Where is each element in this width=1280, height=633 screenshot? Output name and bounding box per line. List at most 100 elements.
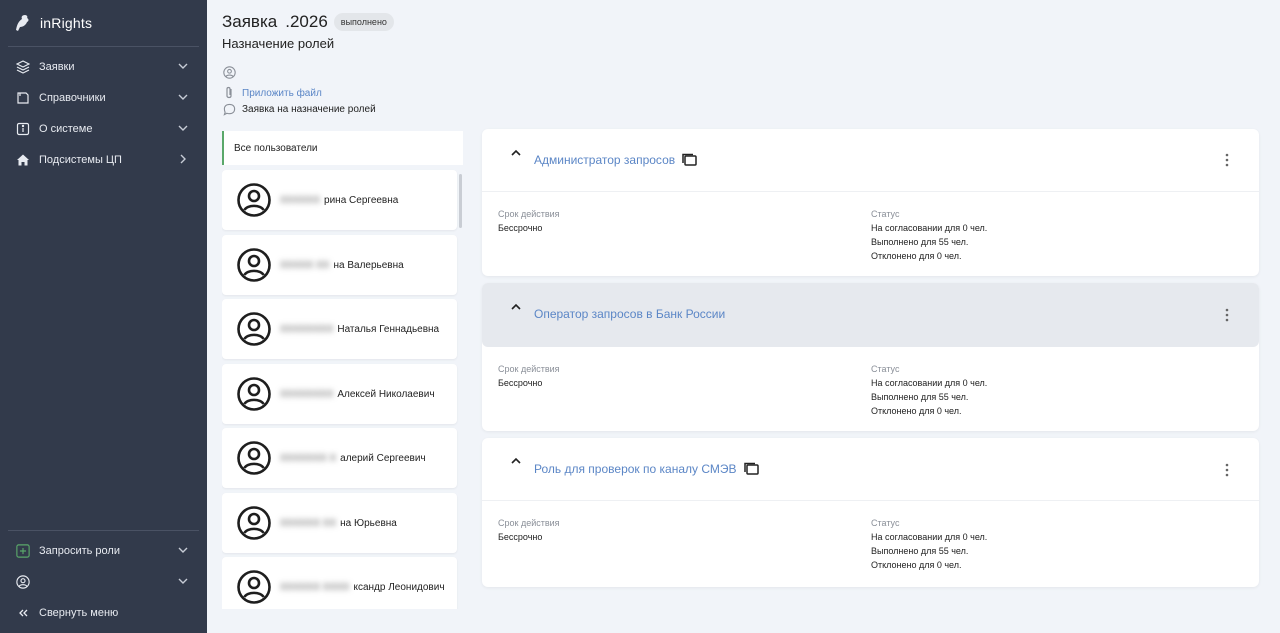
- more-vertical-icon[interactable]: [1225, 153, 1229, 167]
- sidebar-item-label: Заявки: [39, 61, 75, 73]
- tab-all-users[interactable]: Все пользователи: [222, 131, 463, 165]
- collapse-menu-label: Свернуть меню: [39, 607, 119, 619]
- chevron-down-icon: [178, 547, 188, 553]
- chevron-down-icon: [178, 94, 188, 100]
- list-item[interactable]: ХХХХХХХХ Алексей Николаевич: [222, 364, 457, 424]
- avatar-icon: [237, 248, 271, 282]
- chevron-down-icon: [178, 125, 188, 131]
- status-label: Статус: [871, 364, 900, 374]
- title-suffix: .2026: [285, 12, 328, 31]
- term-label: Срок действия: [498, 209, 560, 219]
- role-title[interactable]: Администратор запросов: [534, 152, 697, 168]
- title-prefix: Заявка: [222, 12, 278, 31]
- status-pending: На согласовании для 0 чел.: [871, 223, 988, 233]
- avatar-icon: [237, 377, 271, 411]
- status-rejected: Отклонено для 0 чел.: [871, 560, 962, 570]
- status-done: Выполнено для 55 чел.: [871, 546, 969, 556]
- sidebar-item-directories[interactable]: Справочники: [0, 83, 207, 113]
- avatar-icon: [237, 183, 271, 217]
- status-done: Выполнено для 55 чел.: [871, 392, 969, 402]
- status-pending: На согласовании для 0 чел.: [871, 378, 988, 388]
- status-pending: На согласовании для 0 чел.: [871, 532, 988, 542]
- user-surname: ХХХХХХХХ: [280, 323, 334, 335]
- comment-icon: [222, 102, 236, 116]
- sidebar-item-label: О системе: [39, 123, 93, 135]
- bird-logo-icon: [16, 15, 29, 31]
- users-list[interactable]: Все пользователи ХХХХХХ рина Сергеевна Х…: [222, 131, 463, 609]
- chevron-right-icon: [180, 154, 186, 164]
- list-item[interactable]: ХХХХХХХ Х алерий Сергеевич: [222, 428, 457, 488]
- user-surname: ХХХХХ ХХ: [280, 259, 330, 271]
- sidebar: inRights Заявки Справочники О системе По…: [0, 0, 207, 633]
- user-name: на Валерьевна: [333, 259, 404, 271]
- user-icon: [222, 65, 236, 79]
- term-label: Срок действия: [498, 364, 560, 374]
- author-row: [222, 65, 242, 79]
- role-panel: Роль для проверок по каналу СМЭВ Срок де…: [482, 438, 1259, 587]
- avatar-icon: [237, 441, 271, 475]
- sidebar-item-requests[interactable]: Заявки: [0, 52, 207, 82]
- more-vertical-icon[interactable]: [1225, 308, 1229, 322]
- user-surname: ХХХХХХ: [280, 194, 321, 206]
- sidebar-item-label: Справочники: [39, 92, 106, 104]
- term-label: Срок действия: [498, 518, 560, 528]
- status-rejected: Отклонено для 0 чел.: [871, 406, 962, 416]
- brand-name: inRights: [40, 15, 93, 31]
- list-item[interactable]: ХХХХХХХХ Наталья Геннадьевна: [222, 299, 457, 359]
- sidebar-divider: [8, 46, 199, 47]
- chevron-down-icon: [178, 63, 188, 69]
- home-icon: [16, 153, 30, 167]
- avatar-icon: [237, 312, 271, 346]
- role-details: Срок действия Бессрочно Статус На соглас…: [482, 191, 1259, 276]
- role-title[interactable]: Оператор запросов в Банк России: [534, 307, 725, 321]
- sidebar-item-about[interactable]: О системе: [0, 114, 207, 144]
- collapse-menu-button[interactable]: Свернуть меню: [0, 598, 207, 628]
- more-vertical-icon[interactable]: [1225, 463, 1229, 477]
- scrollbar[interactable]: [459, 174, 462, 228]
- copy-icon[interactable]: [743, 461, 759, 477]
- attach-file-link[interactable]: Приложить файл: [242, 88, 322, 99]
- status-label: Статус: [871, 518, 900, 528]
- role-header[interactable]: Оператор запросов в Банк России: [482, 283, 1259, 347]
- comment-row: Заявка на назначение ролей: [222, 102, 376, 116]
- role-title[interactable]: Роль для проверок по каналу СМЭВ: [534, 461, 759, 477]
- user-surname: ХХХХХХХ Х: [280, 452, 337, 464]
- sidebar-item-subsystems[interactable]: Подсистемы ЦП: [0, 145, 207, 175]
- status-done: Выполнено для 55 чел.: [871, 237, 969, 247]
- page-subtitle: Назначение ролей: [222, 36, 335, 51]
- chevron-up-icon[interactable]: [510, 147, 522, 159]
- user-surname: ХХХХХХ ХХХХ: [280, 581, 350, 593]
- list-item[interactable]: ХХХХХ ХХ на Валерьевна: [222, 235, 457, 295]
- brand-logo[interactable]: inRights: [12, 10, 92, 36]
- role-header[interactable]: Администратор запросов: [482, 129, 1259, 191]
- user-name: ксандр Леонидович: [353, 581, 445, 593]
- list-item[interactable]: ХХХХХХ рина Сергеевна: [222, 170, 457, 230]
- role-name: Оператор запросов в Банк России: [534, 307, 726, 321]
- attach-row[interactable]: Приложить файл: [222, 86, 322, 100]
- chevron-up-icon[interactable]: [510, 301, 522, 313]
- avatar-icon: [237, 570, 271, 604]
- term-value: Бессрочно: [498, 223, 543, 233]
- user-name: Алексей Николаевич: [337, 388, 435, 400]
- list-item[interactable]: ХХХХХХ ХХХХ ксандр Леонидович: [222, 557, 457, 609]
- role-header[interactable]: Роль для проверок по каналу СМЭВ: [482, 438, 1259, 500]
- user-name: рина Сергеевна: [324, 194, 399, 206]
- request-roles-button[interactable]: Запросить роли: [0, 536, 207, 566]
- request-roles-label: Запросить роли: [39, 545, 120, 557]
- status-label: Статус: [871, 209, 900, 219]
- user-surname: ХХХХХХ ХХ: [280, 517, 337, 529]
- role-details: Срок действия Бессрочно Статус На соглас…: [482, 500, 1259, 587]
- list-item[interactable]: ХХХХХХ ХХ на Юрьевна: [222, 493, 457, 553]
- book-icon: [16, 91, 30, 105]
- user-name: алерий Сергеевич: [340, 452, 426, 464]
- sidebar-item-label: Подсистемы ЦП: [39, 154, 122, 166]
- user-menu[interactable]: [0, 567, 207, 597]
- sidebar-divider: [8, 530, 199, 531]
- term-value: Бессрочно: [498, 378, 543, 388]
- status-badge: выполнено: [333, 13, 394, 31]
- layers-icon: [16, 60, 30, 74]
- copy-icon[interactable]: [681, 152, 697, 168]
- chevron-up-icon[interactable]: [510, 455, 522, 467]
- role-name: Роль для проверок по каналу СМЭВ: [534, 462, 737, 476]
- chevron-down-icon: [178, 578, 188, 584]
